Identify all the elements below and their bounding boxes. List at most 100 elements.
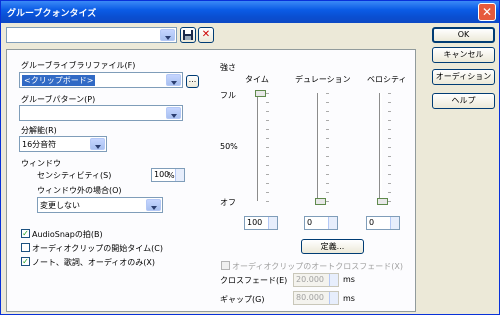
title-bar[interactable]: グルーブクォンタイズ ✕ (1, 1, 499, 23)
slider-track[interactable] (317, 93, 320, 201)
slider-tick (388, 138, 391, 139)
slider-tick (326, 129, 329, 130)
sensitivity-label: センシティビティ(S) (37, 171, 112, 180)
slider-tick (388, 129, 391, 130)
close-icon: ✕ (481, 5, 493, 19)
cancel-button[interactable]: キャンセル (432, 47, 495, 63)
window-group-label: ウィンドウ (21, 159, 61, 168)
auto-crossfade-checkbox[interactable] (221, 261, 230, 270)
resolution-value: 16分音符 (22, 140, 57, 149)
slider-tick (388, 156, 391, 157)
slider-tick (326, 93, 329, 94)
outside-window-label: ウィンドウ外の場合(O) (37, 186, 122, 195)
slider-tick (326, 192, 329, 193)
slider-tick (388, 174, 391, 175)
strength-label: 強さ (220, 63, 236, 72)
slider-tick (266, 120, 269, 121)
audition-button[interactable]: オーディション (432, 69, 495, 85)
slider-tick (266, 111, 269, 112)
slider-thumb[interactable] (255, 90, 266, 97)
crossfade-label: クロスフェード(E) (220, 276, 288, 285)
window-title: グルーブクォンタイズ (7, 9, 97, 19)
slider-tick (326, 165, 329, 166)
gap-label: ギャップ(G) (220, 295, 265, 304)
ok-button[interactable]: OK (432, 27, 495, 43)
slider-tick (388, 147, 391, 148)
spin-down-icon[interactable] (329, 297, 338, 304)
slider-tick (266, 174, 269, 175)
slider-tick (388, 120, 391, 121)
option-checkbox[interactable]: ✓ (21, 229, 30, 238)
slider-tick (326, 183, 329, 184)
slider-tick (388, 102, 391, 103)
sensitivity-unit: % (167, 171, 175, 180)
delete-preset-button[interactable]: ✕ (198, 27, 214, 43)
slider-track[interactable] (379, 93, 382, 201)
slider-title: デュレーション (295, 75, 351, 84)
slider-value-spinner[interactable]: 0 (366, 216, 400, 230)
slider-tick (266, 147, 269, 148)
chevron-down-icon (160, 29, 175, 41)
slider-title: タイム (245, 75, 269, 84)
outside-window-value: 変更しない (40, 201, 80, 210)
slider-tick (326, 201, 329, 202)
preset-combo[interactable] (6, 27, 177, 43)
slider-value: 100 (247, 218, 263, 227)
groove-pattern-combo[interactable] (19, 105, 183, 121)
slider-tick (266, 156, 269, 157)
gap-spinner[interactable]: 80.000 (293, 291, 339, 305)
chevron-down-icon (166, 107, 181, 119)
gap-value: 80.000 (296, 293, 324, 302)
slider-tick (388, 93, 391, 94)
slider-tick (388, 165, 391, 166)
resolution-combo[interactable]: 16分音符 (19, 136, 107, 152)
groove-file-value: <クリップボード> (22, 75, 96, 86)
floppy-icon (183, 30, 193, 40)
slider-value-spinner[interactable]: 0 (304, 216, 338, 230)
slider-thumb[interactable] (315, 198, 326, 205)
scale-off-label: オフ (220, 198, 236, 207)
groove-quantize-dialog: グルーブクォンタイズ ✕ ✕ OK キャンセル オーディション ヘルプ グルーブ… (0, 0, 500, 315)
crossfade-spinner[interactable]: 20.000 (293, 273, 339, 287)
browse-button[interactable]: ... (186, 75, 199, 88)
spin-down-icon[interactable] (329, 279, 338, 286)
outside-window-combo[interactable]: 変更しない (37, 197, 163, 213)
slider-tick (266, 165, 269, 166)
slider-tick (326, 102, 329, 103)
slider-value: 0 (307, 218, 313, 227)
option-checkbox[interactable] (21, 243, 30, 252)
gap-unit: ms (343, 294, 355, 303)
slider-tick (326, 120, 329, 121)
define-button[interactable]: 定義... (301, 239, 364, 254)
slider-tick (388, 192, 391, 193)
help-button[interactable]: ヘルプ (432, 93, 495, 109)
option-checkbox-label: オーディオクリップの開始タイム(C) (32, 244, 163, 253)
slider-tick (266, 192, 269, 193)
spin-down-icon[interactable] (390, 222, 399, 229)
groove-file-combo[interactable]: <クリップボード> (19, 72, 183, 88)
scale-full-label: フル (220, 91, 236, 100)
groove-file-label: グルーブライブラリファイル(F) (21, 61, 136, 70)
slider-track[interactable] (257, 93, 260, 201)
auto-crossfade-label: オーディオクリップのオートクロスフェード(X) (232, 262, 404, 271)
option-checkbox-label: ノート、歌詞、オーディオのみ(X) (32, 258, 156, 267)
slider-tick (326, 156, 329, 157)
crossfade-unit: ms (343, 275, 355, 284)
slider-tick (266, 93, 269, 94)
slider-thumb[interactable] (377, 198, 388, 205)
spin-down-icon[interactable] (268, 222, 277, 229)
slider-tick (388, 183, 391, 184)
slider-tick (388, 201, 391, 202)
slider-tick (266, 183, 269, 184)
close-button[interactable]: ✕ (478, 3, 496, 21)
save-preset-button[interactable] (180, 27, 196, 43)
slider-tick (266, 129, 269, 130)
option-checkbox[interactable]: ✓ (21, 257, 30, 266)
slider-value-spinner[interactable]: 100 (244, 216, 278, 230)
spin-down-icon[interactable] (175, 174, 184, 181)
slider-tick (326, 111, 329, 112)
slider-tick (266, 138, 269, 139)
spin-down-icon[interactable] (328, 222, 337, 229)
option-checkbox-label: AudioSnapの拍(B) (32, 230, 103, 239)
chevron-down-icon (146, 199, 161, 211)
